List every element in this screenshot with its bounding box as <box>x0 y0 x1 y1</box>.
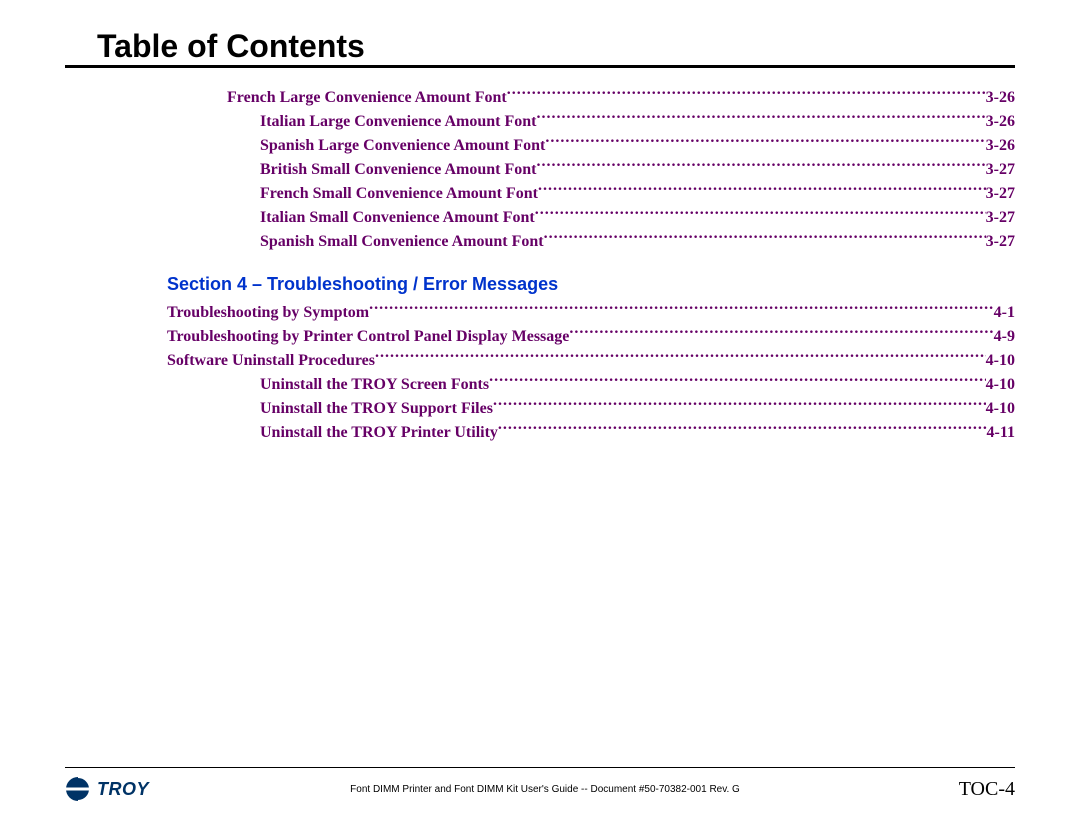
toc-entry-page: 4-10 <box>986 373 1015 397</box>
toc-entry-page: 3-27 <box>986 206 1015 230</box>
footer-row: TROY Font DIMM Printer and Font DIMM Kit… <box>65 776 1015 802</box>
toc-entry-page: 4-10 <box>986 349 1015 373</box>
toc-entry-page: 4-11 <box>987 421 1015 445</box>
toc-leader-dots <box>489 373 986 389</box>
globe-icon <box>65 776 91 802</box>
toc-leader-dots <box>536 110 985 126</box>
section-heading-troubleshooting[interactable]: Section 4 – Troubleshooting / Error Mess… <box>65 274 1015 295</box>
troy-logo: TROY <box>65 776 165 802</box>
toc-entry-label: Troubleshooting by Symptom <box>167 301 369 325</box>
toc-entry[interactable]: Troubleshooting by Printer Control Panel… <box>65 325 1015 349</box>
toc-entry-label: Spanish Large Convenience Amount Font <box>260 134 545 158</box>
toc-entry[interactable]: Spanish Large Convenience Amount Font 3-… <box>65 134 1015 158</box>
toc-entry-label: French Small Convenience Amount Font <box>260 182 538 206</box>
toc-entry[interactable]: Spanish Small Convenience Amount Font 3-… <box>65 230 1015 254</box>
toc-leader-dots <box>535 206 986 222</box>
toc-entry-label: Spanish Small Convenience Amount Font <box>260 230 544 254</box>
toc-entry[interactable]: Uninstall the TROY Printer Utility 4-11 <box>65 421 1015 445</box>
toc-entry[interactable]: French Large Convenience Amount Font 3-2… <box>65 86 1015 110</box>
toc-leader-dots <box>375 349 986 365</box>
page-content: Table of Contents French Large Convenien… <box>65 28 1015 814</box>
toc-entry-page: 3-26 <box>986 134 1015 158</box>
toc-entry-page: 4-9 <box>994 325 1015 349</box>
footer: TROY Font DIMM Printer and Font DIMM Kit… <box>65 767 1015 802</box>
toc-leader-dots <box>545 134 985 150</box>
toc-entry-page: 3-27 <box>986 182 1015 206</box>
footer-page-number: TOC-4 <box>925 778 1015 801</box>
toc-entry[interactable]: French Small Convenience Amount Font 3-2… <box>65 182 1015 206</box>
toc-entry-label: Troubleshooting by Printer Control Panel… <box>167 325 569 349</box>
page-title: Table of Contents <box>65 28 1015 65</box>
toc-entry[interactable]: Software Uninstall Procedures 4-10 <box>65 349 1015 373</box>
toc-entry[interactable]: Uninstall the TROY Screen Fonts 4-10 <box>65 373 1015 397</box>
toc-entry-label: Uninstall the TROY Support Files <box>260 397 493 421</box>
toc-entry[interactable]: Troubleshooting by Symptom 4-1 <box>65 301 1015 325</box>
toc-entry-label: Italian Small Convenience Amount Font <box>260 206 535 230</box>
toc-entry-page: 3-26 <box>986 110 1015 134</box>
toc-entry[interactable]: Italian Small Convenience Amount Font 3-… <box>65 206 1015 230</box>
toc-entry-label: French Large Convenience Amount Font <box>227 86 507 110</box>
title-wrap: Table of Contents <box>65 28 1015 68</box>
toc-leader-dots <box>544 230 986 246</box>
footer-doc-info: Font DIMM Printer and Font DIMM Kit User… <box>165 784 925 795</box>
toc-entry-label: Uninstall the TROY Screen Fonts <box>260 373 489 397</box>
toc-entry[interactable]: British Small Convenience Amount Font 3-… <box>65 158 1015 182</box>
toc-entry-page: 4-10 <box>986 397 1015 421</box>
toc-leader-dots <box>507 86 986 102</box>
toc-leader-dots <box>369 301 994 317</box>
toc-entry-label: Uninstall the TROY Printer Utility <box>260 421 498 445</box>
toc-entry[interactable]: Italian Large Convenience Amount Font 3-… <box>65 110 1015 134</box>
logo-text: TROY <box>97 779 149 800</box>
toc-leader-dots <box>493 397 986 413</box>
toc-entry[interactable]: Uninstall the TROY Support Files 4-10 <box>65 397 1015 421</box>
toc-entry-label: British Small Convenience Amount Font <box>260 158 536 182</box>
toc-entry-label: Software Uninstall Procedures <box>167 349 375 373</box>
toc-leader-dots <box>536 158 985 174</box>
toc-entry-page: 3-27 <box>986 158 1015 182</box>
toc-entry-page: 3-27 <box>986 230 1015 254</box>
footer-rule <box>65 767 1015 768</box>
toc-entry-page: 3-26 <box>986 86 1015 110</box>
toc-entry-page: 4-1 <box>994 301 1015 325</box>
toc-leader-dots <box>498 421 987 437</box>
toc-entry-label: Italian Large Convenience Amount Font <box>260 110 536 134</box>
toc-leader-dots <box>569 325 993 341</box>
toc-leader-dots <box>538 182 986 198</box>
